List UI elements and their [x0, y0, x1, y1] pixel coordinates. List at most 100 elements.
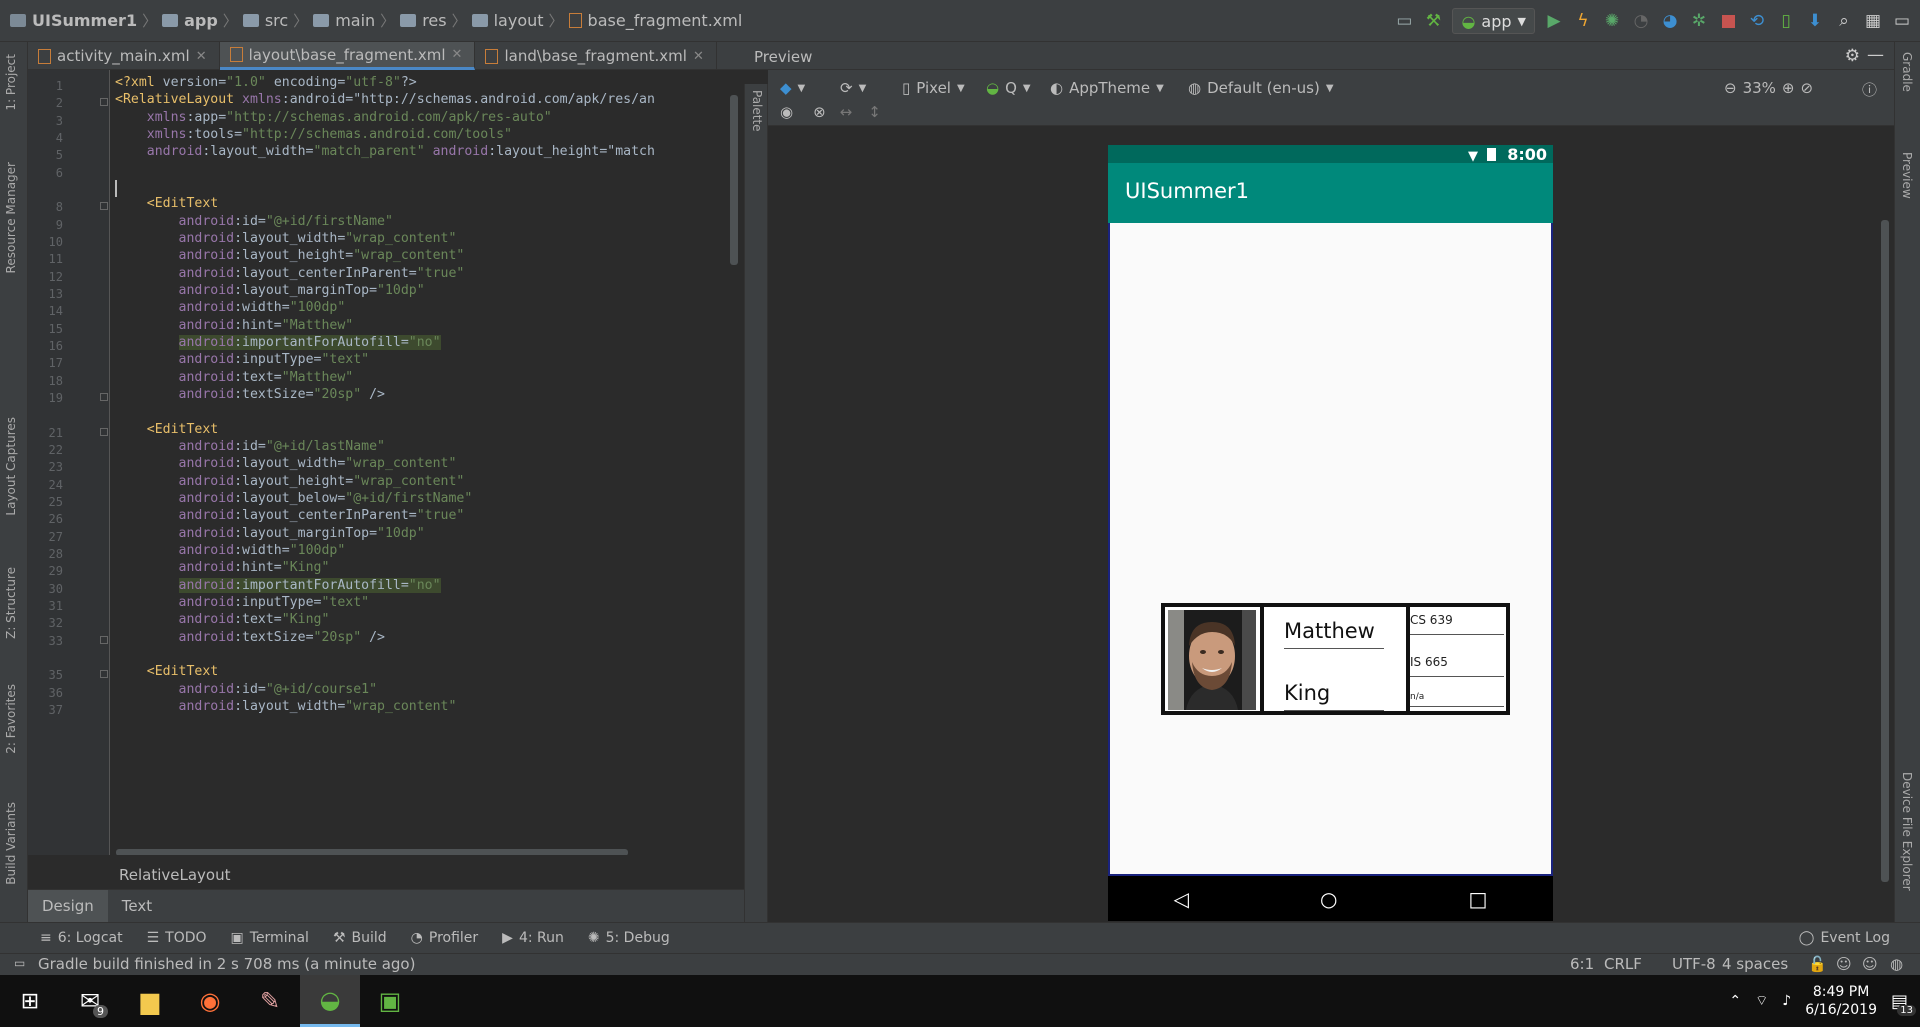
editor-vertical-scrollbar[interactable] [730, 95, 738, 265]
android-studio-app[interactable]: ◒ [300, 975, 360, 1027]
back-icon[interactable]: ◁ [1174, 887, 1189, 911]
fold-marker[interactable] [100, 670, 108, 679]
tool-build[interactable]: ⚒ Build [321, 930, 399, 946]
zoom-fit-icon[interactable]: ⊘ [1801, 79, 1814, 97]
tool-debug[interactable]: ✺ 5: Debug [576, 930, 682, 946]
layout-icon[interactable]: ▭ [1394, 11, 1414, 31]
chevron-up-icon[interactable]: ⌃ [1729, 993, 1741, 1009]
attach-icon[interactable]: ✲ [1689, 11, 1709, 31]
debug-icon[interactable]: ✺ [1602, 11, 1622, 31]
sdk-manager-icon[interactable]: ⬇ [1805, 11, 1825, 31]
gear-icon[interactable]: ⚙ [1845, 46, 1860, 66]
locale-select[interactable]: ◍ Default (en-us) ▼ [1188, 79, 1334, 97]
breadcrumb-project[interactable]: UISummer1 [0, 11, 142, 30]
horizontal-resize-icon[interactable]: ↔ [840, 103, 853, 121]
tool-profiler[interactable]: ◔ Profiler [399, 930, 491, 946]
breadcrumb-src[interactable]: src [238, 11, 293, 30]
run-icon[interactable]: ▶ [1544, 11, 1564, 31]
orientation-button[interactable]: ⟳ ▼ [840, 79, 866, 97]
tab-layout-base-fragment[interactable]: layout\base_fragment.xml ✕ [219, 42, 476, 70]
device-select[interactable]: ▯ Pixel ▼ [902, 79, 965, 97]
code-line[interactable]: android:textSize="20sp" /> [115, 627, 385, 648]
fold-marker[interactable] [100, 98, 108, 107]
line-separator[interactable]: CRLF [1604, 955, 1642, 973]
magnet-off-icon[interactable]: ⊗ [813, 103, 826, 121]
breadcrumb-main[interactable]: main [308, 11, 380, 30]
wifi-icon[interactable]: ⌔ [1755, 992, 1768, 1010]
status-panel-icon[interactable]: ▭ [14, 956, 25, 970]
tool-todo[interactable]: ☰ TODO [135, 930, 219, 946]
warning-icon[interactable]: ⓘ [1862, 79, 1877, 100]
tool-resource-manager[interactable]: Resource Manager [4, 162, 18, 273]
code-line[interactable]: android:layout_width="wrap_content" [115, 696, 457, 717]
code-editor[interactable]: <?xml version="1.0" encoding="utf-8"?> <R… [110, 70, 735, 855]
course3-field[interactable]: n/a [1410, 692, 1504, 707]
course1-field[interactable]: CS 639 [1410, 613, 1504, 635]
tool-build-variants[interactable]: Build Variants [4, 802, 18, 885]
file-explorer-app[interactable]: ▆ [120, 975, 180, 1027]
firefox-app[interactable]: ◉ [180, 975, 240, 1027]
mail-app[interactable]: ✉ 9 [60, 975, 120, 1027]
indent-setting[interactable]: 4 spaces [1722, 955, 1788, 973]
caret-position[interactable]: 6:1 [1570, 955, 1594, 973]
tab-text[interactable]: Text [108, 890, 166, 922]
tool-favorites[interactable]: 2: Favorites [4, 684, 18, 754]
breadcrumb-res[interactable]: res [395, 11, 451, 30]
fold-marker[interactable] [100, 202, 108, 211]
close-icon[interactable]: ✕ [693, 49, 704, 64]
tab-land-base-fragment[interactable]: land\base_fragment.xml ✕ [475, 42, 717, 70]
zoom-out-icon[interactable]: ⊖ [1724, 79, 1737, 97]
status-message[interactable]: Gradle build finished in 2 s 708 ms (a m… [38, 955, 415, 973]
clock[interactable]: 8:49 PM 6/16/2019 [1805, 983, 1877, 1019]
build-hammer-icon[interactable]: ⚒ [1423, 11, 1443, 31]
apply-changes-icon[interactable]: ϟ [1573, 11, 1593, 31]
tool-structure[interactable]: Z: Structure [4, 567, 18, 639]
code-line[interactable]: android:textSize="20sp" /> [115, 384, 385, 405]
notes-app[interactable]: ▣ [360, 975, 420, 1027]
close-icon[interactable]: ✕ [452, 47, 463, 62]
terminal-icon[interactable]: ▭ [1892, 11, 1912, 31]
tool-terminal[interactable]: ▣ Terminal [219, 930, 321, 946]
last-name-field[interactable]: King [1284, 681, 1384, 711]
tool-event-log[interactable]: ◯ Event Log [1787, 930, 1902, 946]
component-breadcrumb[interactable]: RelativeLayout [28, 855, 744, 889]
settings-icon[interactable]: ▦ [1863, 11, 1883, 31]
start-button[interactable]: ⊞ [0, 975, 60, 1027]
tool-logcat[interactable]: ≡ 6: Logcat [28, 930, 135, 946]
tool-run[interactable]: ▶ 4: Run [490, 930, 576, 946]
breadcrumb-layout[interactable]: layout [467, 11, 549, 30]
attach-debugger-icon[interactable]: ◔ [1631, 11, 1651, 31]
theme-select[interactable]: ◐ AppTheme ▼ [1050, 79, 1164, 97]
minimize-icon[interactable]: — [1867, 45, 1884, 65]
palette-label[interactable]: Palette [750, 90, 764, 132]
lock-icon[interactable]: 🔓 [1808, 955, 1827, 973]
notification-icon[interactable]: ▤ 13 [1891, 991, 1916, 1016]
home-icon[interactable]: ○ [1320, 887, 1337, 911]
fold-marker[interactable] [100, 427, 108, 436]
vertical-resize-icon[interactable]: ↕ [868, 103, 881, 121]
fold-marker[interactable] [100, 635, 108, 644]
tool-gradle[interactable]: Gradle [1900, 52, 1914, 92]
file-encoding[interactable]: UTF-8 [1672, 955, 1716, 973]
breadcrumb-app[interactable]: app [157, 11, 223, 30]
preview-scrollbar[interactable] [1881, 220, 1889, 882]
eye-icon[interactable]: ◉ [780, 103, 793, 121]
feedback-icon[interactable]: ☺ [1862, 955, 1878, 973]
memory-icon[interactable]: ◍ [1890, 955, 1903, 973]
inspector-icon[interactable]: ☺ [1836, 955, 1852, 973]
volume-icon[interactable]: ♪ [1782, 993, 1791, 1009]
recents-icon[interactable]: □ [1469, 887, 1488, 911]
run-config-select[interactable]: ◒ app ▼ [1452, 8, 1535, 34]
first-name-field[interactable]: Matthew [1284, 619, 1384, 649]
profiler-icon[interactable]: ◕ [1660, 11, 1680, 31]
tool-preview[interactable]: Preview [1900, 152, 1914, 199]
tab-activity-main[interactable]: activity_main.xml ✕ [28, 42, 220, 70]
tool-project[interactable]: 1: Project [4, 54, 18, 111]
stop-icon[interactable] [1718, 11, 1738, 31]
avd-manager-icon[interactable]: ▯ [1776, 11, 1796, 31]
palette-strip[interactable]: Palette [744, 84, 768, 922]
fold-marker[interactable] [100, 392, 108, 401]
tool-layout-captures[interactable]: Layout Captures [4, 417, 18, 516]
tool-device-file-explorer[interactable]: Device File Explorer [1900, 772, 1914, 891]
close-icon[interactable]: ✕ [196, 49, 207, 64]
